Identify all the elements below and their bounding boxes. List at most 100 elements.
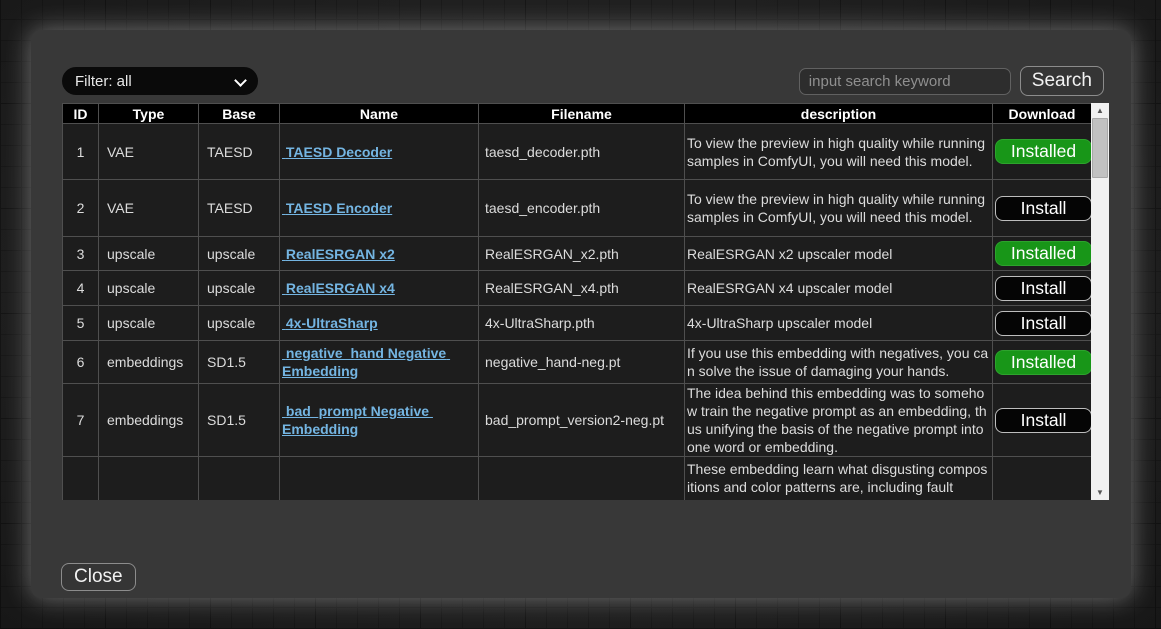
- cell-base: SD1.5: [199, 384, 280, 457]
- cell-base: TAESD: [199, 180, 280, 237]
- table-row: 5 upscale upscale 4x-UltraSharp 4x-Ultra…: [63, 306, 1092, 341]
- cell-id: 6: [63, 341, 99, 384]
- search-input[interactable]: [799, 68, 1011, 95]
- cell-download: [993, 457, 1092, 501]
- cell-description: RealESRGAN x4 upscaler model: [685, 271, 993, 306]
- cell-filename: RealESRGAN_x2.pth: [479, 237, 685, 271]
- cell-description: To view the preview in high quality whil…: [685, 124, 993, 180]
- model-table-container: ID Type Base Name Filename description D…: [62, 103, 1109, 500]
- table-row: These embedding learn what disgusting co…: [63, 457, 1092, 501]
- scrollbar-thumb[interactable]: [1092, 118, 1108, 178]
- cell-name: TAESD Encoder: [280, 180, 479, 237]
- download-action-button[interactable]: Installed: [995, 139, 1092, 164]
- download-action-button[interactable]: Install: [995, 311, 1092, 336]
- cell-type: upscale: [99, 237, 199, 271]
- model-name-link[interactable]: negative_hand Negative Embedding: [282, 345, 450, 379]
- col-header-description: description: [685, 104, 993, 124]
- cell-download: Install: [993, 306, 1092, 341]
- col-header-name: Name: [280, 104, 479, 124]
- cell-type: embeddings: [99, 341, 199, 384]
- cell-id: 3: [63, 237, 99, 271]
- model-name-link[interactable]: bad_prompt Negative Embedding: [282, 403, 433, 437]
- download-action-button[interactable]: Installed: [995, 241, 1092, 266]
- cell-base: upscale: [199, 306, 280, 341]
- cell-download: Installed: [993, 124, 1092, 180]
- cell-download: Installed: [993, 237, 1092, 271]
- scrollbar-down-arrow-icon[interactable]: ▼: [1091, 485, 1109, 500]
- cell-name: RealESRGAN x4: [280, 271, 479, 306]
- cell-name: RealESRGAN x2: [280, 237, 479, 271]
- model-name-link[interactable]: TAESD Encoder: [282, 200, 392, 216]
- cell-base: TAESD: [199, 124, 280, 180]
- cell-base: [199, 457, 280, 501]
- scrollbar-up-arrow-icon[interactable]: ▲: [1091, 103, 1109, 118]
- cell-id: [63, 457, 99, 501]
- cell-name: 4x-UltraSharp: [280, 306, 479, 341]
- cell-type: [99, 457, 199, 501]
- cell-base: upscale: [199, 237, 280, 271]
- model-name-link[interactable]: RealESRGAN x4: [282, 280, 395, 296]
- model-name-link[interactable]: RealESRGAN x2: [282, 246, 395, 262]
- cell-download: Install: [993, 384, 1092, 457]
- cell-filename: taesd_encoder.pth: [479, 180, 685, 237]
- cell-name: bad_prompt Negative Embedding: [280, 384, 479, 457]
- install-models-dialog: Filter: all Search ID Type Base Name Fi: [31, 30, 1131, 598]
- filter-select-wrap: Filter: all: [62, 67, 258, 95]
- table-row: 4 upscale upscale RealESRGAN x4 RealESRG…: [63, 271, 1092, 306]
- table-row: 1 VAE TAESD TAESD Decoder taesd_decoder.…: [63, 124, 1092, 180]
- cell-base: SD1.5: [199, 341, 280, 384]
- model-name-link[interactable]: TAESD Decoder: [282, 144, 392, 160]
- cell-filename: RealESRGAN_x4.pth: [479, 271, 685, 306]
- cell-description: RealESRGAN x2 upscaler model: [685, 237, 993, 271]
- cell-id: 5: [63, 306, 99, 341]
- model-table-body: 1 VAE TAESD TAESD Decoder taesd_decoder.…: [63, 124, 1092, 501]
- cell-filename: taesd_decoder.pth: [479, 124, 685, 180]
- model-table-header: ID Type Base Name Filename description D…: [63, 104, 1092, 124]
- cell-filename: bad_prompt_version2-neg.pt: [479, 384, 685, 457]
- cell-description: If you use this embedding with negatives…: [685, 341, 993, 384]
- cell-filename: negative_hand-neg.pt: [479, 341, 685, 384]
- search-button[interactable]: Search: [1020, 66, 1104, 96]
- filter-select[interactable]: Filter: all: [62, 67, 258, 95]
- cell-name: TAESD Decoder: [280, 124, 479, 180]
- cell-id: 1: [63, 124, 99, 180]
- cell-type: upscale: [99, 306, 199, 341]
- model-table: ID Type Base Name Filename description D…: [62, 103, 1092, 500]
- cell-description: 4x-UltraSharp upscaler model: [685, 306, 993, 341]
- cell-type: VAE: [99, 124, 199, 180]
- download-action-button[interactable]: Install: [995, 408, 1092, 433]
- table-row: 2 VAE TAESD TAESD Encoder taesd_encoder.…: [63, 180, 1092, 237]
- download-action-button[interactable]: Install: [995, 276, 1092, 301]
- download-action-button[interactable]: Install: [995, 196, 1092, 221]
- cell-base: upscale: [199, 271, 280, 306]
- search-group: Search: [799, 66, 1104, 96]
- dialog-toolbar: Filter: all Search: [62, 66, 1104, 96]
- cell-description: These embedding learn what disgusting co…: [685, 457, 993, 501]
- col-header-filename: Filename: [479, 104, 685, 124]
- col-header-base: Base: [199, 104, 280, 124]
- download-action-button[interactable]: Installed: [995, 350, 1092, 375]
- cell-download: Install: [993, 180, 1092, 237]
- cell-id: 4: [63, 271, 99, 306]
- cell-type: VAE: [99, 180, 199, 237]
- cell-id: 7: [63, 384, 99, 457]
- model-name-link[interactable]: 4x-UltraSharp: [282, 315, 378, 331]
- col-header-type: Type: [99, 104, 199, 124]
- table-row: 3 upscale upscale RealESRGAN x2 RealESRG…: [63, 237, 1092, 271]
- col-header-id: ID: [63, 104, 99, 124]
- cell-id: 2: [63, 180, 99, 237]
- cell-filename: [479, 457, 685, 501]
- cell-download: Install: [993, 271, 1092, 306]
- table-scrollbar[interactable]: ▲ ▼: [1091, 103, 1109, 500]
- cell-description: To view the preview in high quality whil…: [685, 180, 993, 237]
- table-row: 6 embeddings SD1.5 negative_hand Negativ…: [63, 341, 1092, 384]
- cell-name: [280, 457, 479, 501]
- cell-type: embeddings: [99, 384, 199, 457]
- cell-description: The idea behind this embedding was to so…: [685, 384, 993, 457]
- close-button[interactable]: Close: [61, 563, 136, 591]
- cell-name: negative_hand Negative Embedding: [280, 341, 479, 384]
- table-row: 7 embeddings SD1.5 bad_prompt Negative E…: [63, 384, 1092, 457]
- col-header-download: Download: [993, 104, 1092, 124]
- cell-type: upscale: [99, 271, 199, 306]
- cell-filename: 4x-UltraSharp.pth: [479, 306, 685, 341]
